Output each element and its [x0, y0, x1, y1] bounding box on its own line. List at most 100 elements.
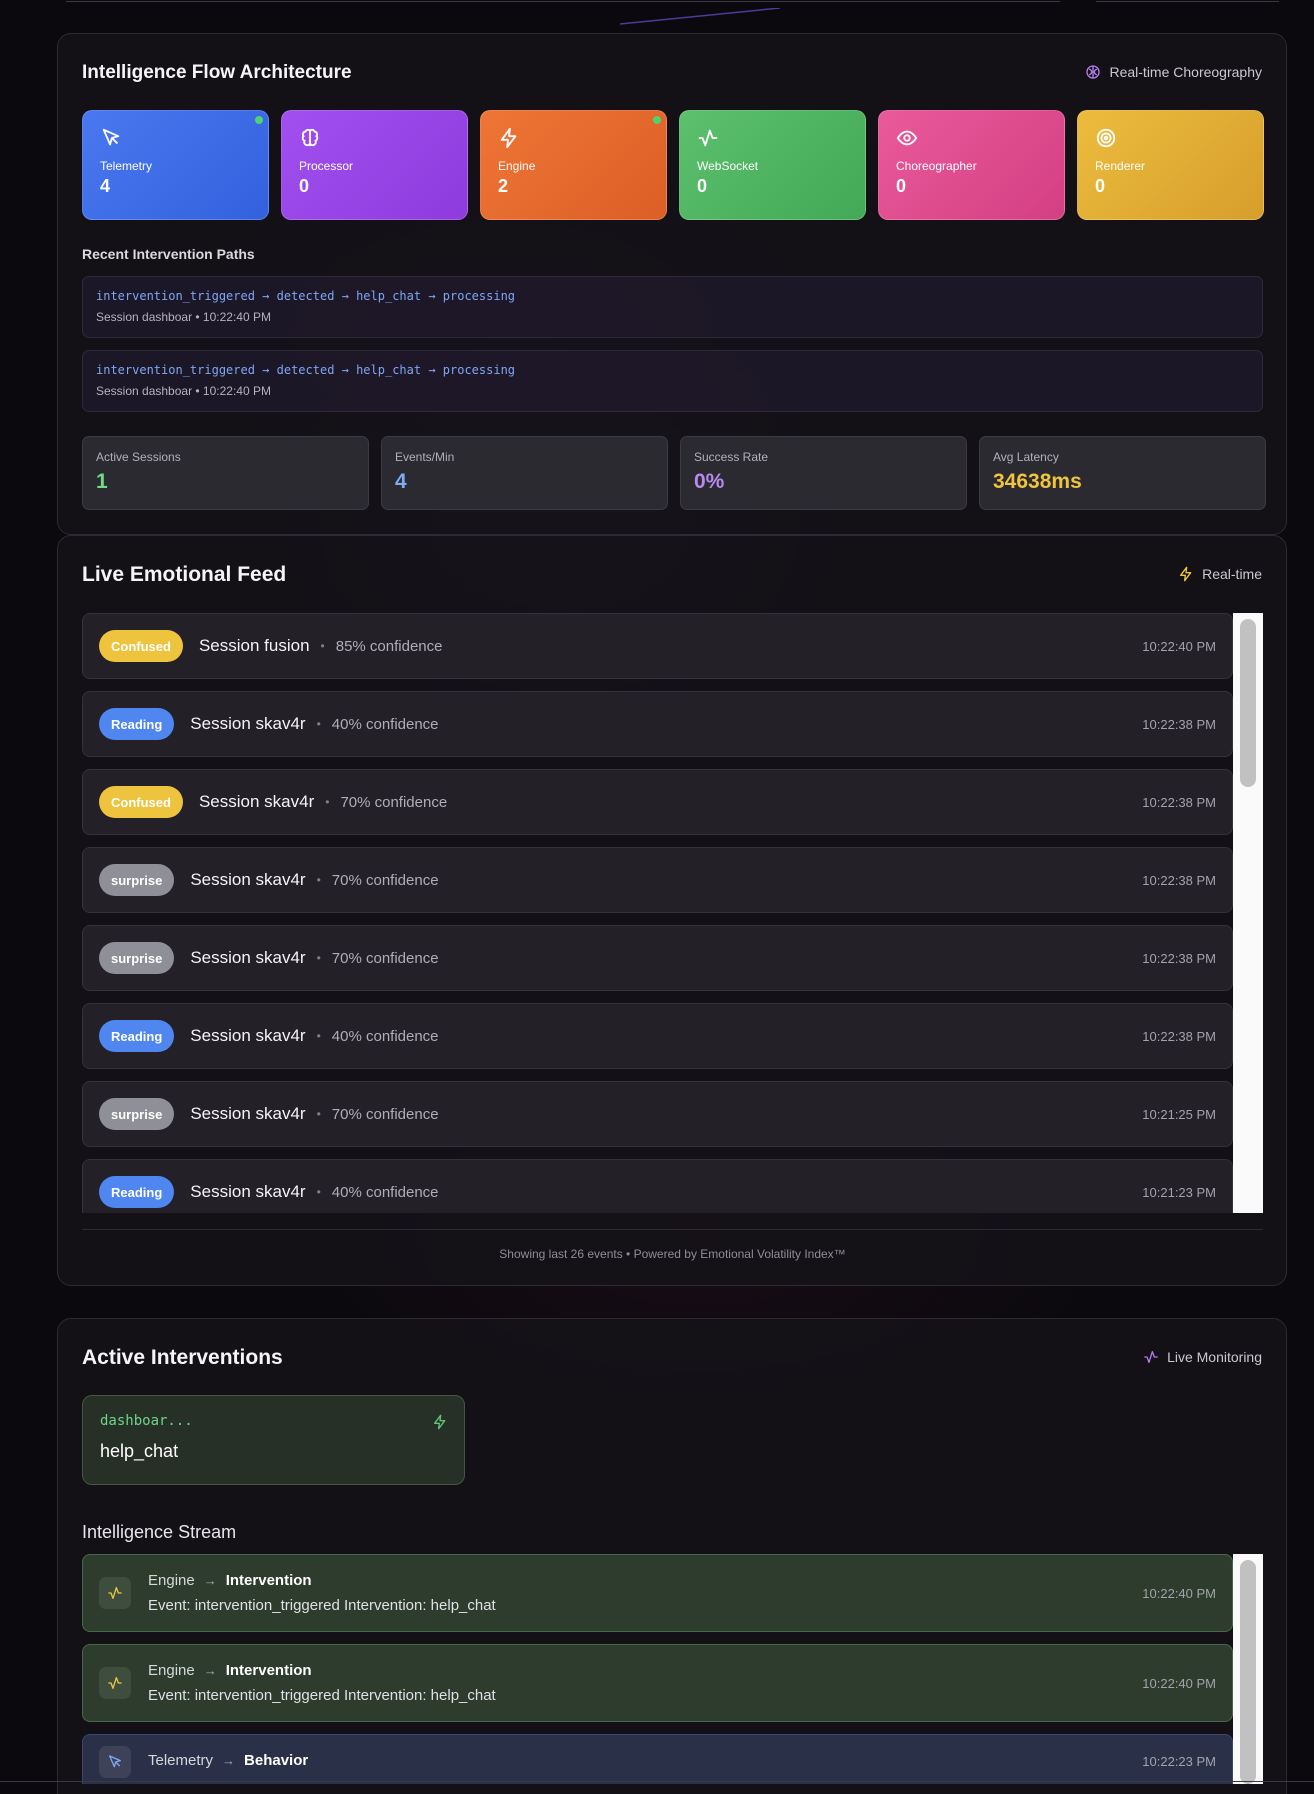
stat-value: 4 — [395, 470, 407, 493]
flow-card-websocket[interactable]: WebSocket 0 — [679, 110, 866, 220]
flow-card-value: 0 — [697, 176, 708, 196]
confidence-label: 85% confidence — [335, 637, 443, 655]
confidence-label: 40% confidence — [331, 1027, 439, 1045]
feed-item[interactable]: surprise Session skav4r • 70% confidence… — [82, 847, 1233, 913]
flow-card-label: Renderer — [1095, 159, 1146, 173]
intervention-path[interactable]: intervention_triggered → detected → help… — [82, 276, 1263, 338]
emotion-badge: Reading — [99, 1020, 175, 1052]
panel-title: Live Emotional Feed — [82, 563, 287, 586]
emotion-badge: Confused — [99, 630, 183, 662]
cursor-icon — [102, 128, 120, 146]
emotional-feed-panel: Live Emotional Feed Real-time Confused S… — [57, 535, 1287, 1286]
flow-card-telemetry[interactable]: Telemetry 4 — [82, 110, 269, 220]
stat-value: 0% — [694, 470, 725, 493]
activity-icon — [1144, 1351, 1158, 1363]
flow-card-label: Choreographer — [896, 159, 977, 173]
activity-icon — [698, 129, 718, 147]
feed-tag-label: Real-time — [1202, 566, 1262, 582]
feed-item[interactable]: Reading Session skav4r • 40% confidence … — [82, 1003, 1233, 1069]
confidence-label: 70% confidence — [331, 1105, 439, 1123]
flow-tag-label: Real-time Choreography — [1109, 64, 1262, 80]
stream-body: Engine → Intervention Event: interventio… — [148, 1662, 496, 1704]
flow-card-label: WebSocket — [697, 159, 759, 173]
flow-card-value: 0 — [299, 176, 310, 196]
timestamp: 10:22:38 PM — [1142, 950, 1216, 966]
feed-list[interactable]: Confused Session fusion • 85% confidence… — [82, 613, 1263, 1213]
stream-item[interactable]: Engine → Intervention Event: interventio… — [82, 1644, 1233, 1722]
emotion-badge: surprise — [99, 1098, 175, 1130]
paths-heading: Recent Intervention Paths — [82, 246, 255, 262]
stream-route: Engine → Intervention — [148, 1662, 496, 1679]
timestamp: 10:22:23 PM — [1142, 1754, 1216, 1769]
timestamp: 10:22:40 PM — [1142, 1585, 1216, 1601]
flow-card-value: 2 — [498, 176, 509, 196]
emotion-badge: surprise — [99, 942, 175, 974]
stream-scrollbar[interactable] — [1233, 1554, 1263, 1784]
separator-dot: • — [316, 1029, 321, 1043]
session-label: Session skav4r — [190, 948, 306, 967]
separator-dot: • — [325, 795, 330, 809]
flow-card-processor[interactable]: Processor 0 — [281, 110, 468, 220]
intervention-path[interactable]: intervention_triggered → detected → help… — [82, 350, 1263, 412]
feed-item[interactable]: Reading Session skav4r • 40% confidence … — [82, 1159, 1233, 1213]
bottom-divider — [0, 1781, 1314, 1782]
active-indicator — [653, 116, 661, 124]
lightning-icon — [500, 127, 517, 149]
eye-icon — [896, 130, 918, 146]
session-label: Session skav4r — [198, 792, 315, 811]
active-interventions-panel: Active Interventions Live Monitoring das… — [57, 1318, 1287, 1794]
lightning-icon — [1180, 566, 1192, 582]
separator-dot: • — [316, 1185, 321, 1199]
confidence-label: 70% confidence — [331, 871, 439, 889]
stream-to: Intervention — [225, 1662, 312, 1679]
timestamp: 10:22:38 PM — [1142, 1028, 1216, 1044]
stream-body: Engine → Intervention Event: interventio… — [148, 1572, 496, 1614]
confidence-label: 40% confidence — [331, 715, 439, 733]
activity-icon — [108, 1677, 122, 1689]
feed-item[interactable]: Reading Session skav4r • 40% confidence … — [82, 691, 1233, 757]
separator-dot: • — [316, 873, 321, 887]
confidence-label: 70% confidence — [340, 793, 448, 811]
feed-item[interactable]: Confused Session skav4r • 70% confidence… — [82, 769, 1233, 835]
stream-item[interactable]: Telemetry → Behavior 10:22:23 PM — [82, 1734, 1233, 1784]
intervention-card[interactable]: dashboar... help_chat — [82, 1395, 465, 1485]
stat-success-rate: Success Rate 0% — [680, 436, 967, 510]
feed-item[interactable]: surprise Session skav4r • 70% confidence… — [82, 1081, 1233, 1147]
session-label: Session skav4r — [190, 1104, 306, 1123]
timestamp: 10:22:38 PM — [1142, 872, 1216, 888]
path-code: intervention_triggered → detected → help… — [96, 289, 516, 303]
session-label: Session skav4r — [190, 1182, 306, 1201]
feed-item[interactable]: Confused Session fusion • 85% confidence… — [82, 613, 1233, 679]
intelligence-stream[interactable]: Engine → Intervention Event: interventio… — [82, 1554, 1263, 1784]
stream-icon-box — [99, 1746, 131, 1778]
feed-scrollbar[interactable] — [1233, 613, 1263, 1213]
flow-card-renderer[interactable]: Renderer 0 — [1077, 110, 1264, 220]
lightning-icon — [434, 1414, 446, 1430]
stream-icon-box — [99, 1577, 131, 1609]
flow-card-engine[interactable]: Engine 2 — [480, 110, 667, 220]
stream-detail: Event: intervention_triggered Interventi… — [148, 1597, 496, 1614]
stat-label: Avg Latency — [993, 450, 1059, 464]
stat-label: Success Rate — [694, 450, 769, 464]
feed-item[interactable]: surprise Session skav4r • 70% confidence… — [82, 925, 1233, 991]
brain-icon — [301, 128, 319, 147]
flow-architecture-panel: Intelligence Flow Architecture Real-time… — [57, 33, 1287, 535]
stream-to: Behavior — [244, 1752, 309, 1769]
stream-heading: Intelligence Stream — [82, 1522, 237, 1542]
scrollbar-thumb[interactable] — [1240, 1560, 1256, 1784]
flow-card-value: 0 — [1095, 176, 1106, 196]
stream-item[interactable]: Engine → Intervention Event: interventio… — [82, 1554, 1233, 1632]
scrollbar-thumb[interactable] — [1240, 619, 1256, 787]
feed-tag: Real-time — [1178, 566, 1262, 582]
top-divider-left — [66, 0, 1060, 2]
target-icon — [1096, 128, 1116, 148]
stat-label: Events/Min — [395, 450, 455, 464]
flow-card-choreographer[interactable]: Choreographer 0 — [878, 110, 1065, 220]
stat-value: 34638ms — [993, 470, 1082, 493]
timestamp: 10:22:40 PM — [1142, 638, 1216, 654]
confidence-label: 70% confidence — [331, 949, 439, 967]
stream-to: Intervention — [225, 1572, 312, 1589]
stream-body: Telemetry → Behavior — [148, 1746, 308, 1777]
flow-card-label: Processor — [299, 159, 354, 173]
session-label: Session fusion — [198, 636, 310, 655]
